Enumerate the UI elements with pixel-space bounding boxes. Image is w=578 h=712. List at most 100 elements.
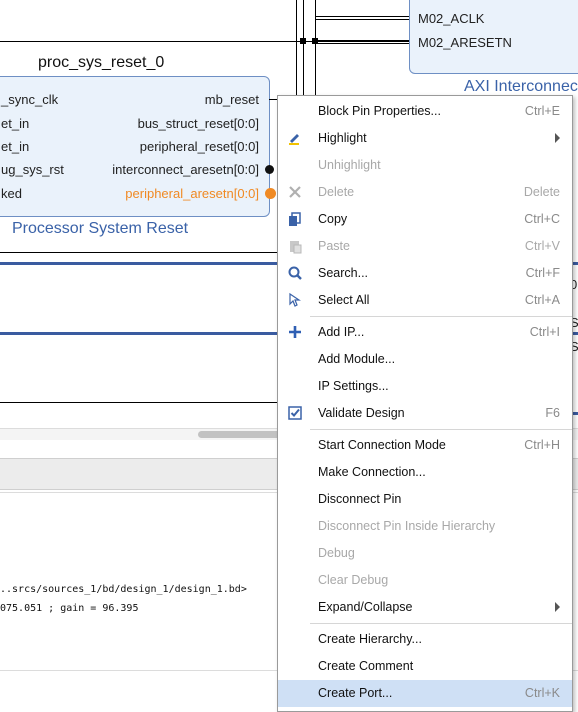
menu-item-select-all[interactable]: Select All Ctrl+A: [278, 287, 572, 314]
menu-item-start-connection-mode[interactable]: Start Connection Mode Ctrl+H: [278, 432, 572, 459]
menu-item-ip-settings[interactable]: IP Settings...: [278, 373, 572, 400]
menu-item-make-connection[interactable]: Make Connection...: [278, 459, 572, 486]
submenu-arrow-icon: [555, 133, 560, 143]
menu-item-label: Validate Design: [318, 406, 405, 420]
pin-label-highlighted[interactable]: peripheral_aresetn[0:0]: [125, 186, 259, 201]
menu-item-debug[interactable]: Debug: [278, 540, 572, 567]
menu-item-delete[interactable]: Delete Delete: [278, 179, 572, 206]
menu-item-shortcut: Ctrl+A: [524, 293, 560, 307]
menu-item-label: Highlight: [318, 131, 367, 145]
pin-label[interactable]: _sync_clk: [1, 92, 58, 107]
menu-item-label: Delete: [318, 185, 355, 199]
menu-item-unhighlight[interactable]: Unhighlight: [278, 152, 572, 179]
menu-item-shortcut: Ctrl+C: [524, 212, 560, 226]
menu-item-label: Paste: [318, 239, 350, 253]
menu-item-shortcut: Ctrl+K: [524, 686, 560, 700]
menu-item-clear-debug[interactable]: Clear Debug: [278, 567, 572, 594]
menu-item-block-pin-properties[interactable]: Block Pin Properties... Ctrl+E: [278, 98, 572, 125]
menu-item-label: Create Comment: [318, 659, 414, 673]
menu-item-create-comment[interactable]: Create Comment: [278, 653, 572, 680]
menu-item-search[interactable]: Search... Ctrl+F: [278, 260, 572, 287]
pin-label[interactable]: et_in: [1, 116, 29, 131]
net-junction: [300, 38, 306, 44]
add-plus-icon: [287, 324, 303, 340]
menu-item-create-hierarchy[interactable]: Create Hierarchy...: [278, 626, 572, 653]
menu-item-shortcut: Ctrl+V: [524, 239, 560, 253]
pin-label[interactable]: ug_sys_rst: [1, 162, 64, 177]
menu-item-label: IP Settings...: [318, 379, 389, 393]
axi-interconnect-block[interactable]: M02_ACLK M02_ARESETN: [409, 0, 578, 74]
proc-sys-reset-block[interactable]: _sync_clk et_in et_in ug_sys_rst ked mb_…: [0, 76, 270, 217]
net-wire[interactable]: [316, 43, 411, 44]
net-wire[interactable]: [296, 0, 297, 100]
menu-item-label: Expand/Collapse: [318, 600, 413, 614]
menu-item-copy[interactable]: Copy Ctrl+C: [278, 206, 572, 233]
block-type-label: Processor System Reset: [12, 220, 189, 237]
menu-item-shortcut: Ctrl+F: [525, 266, 560, 280]
menu-item-validate-design[interactable]: Validate Design F6: [278, 400, 572, 427]
search-icon: [287, 265, 303, 281]
menu-item-label: Add IP...: [318, 325, 365, 339]
pin-label[interactable]: peripheral_reset[0:0]: [140, 139, 259, 154]
menu-item-shortcut: Delete: [523, 185, 560, 199]
net-wire[interactable]: [0, 252, 280, 253]
menu-item-highlight[interactable]: Highlight: [278, 125, 572, 152]
menu-item-label: Start Connection Mode: [318, 438, 446, 452]
menu-item-label: Debug: [318, 546, 355, 560]
pin-stub: [269, 99, 277, 100]
menu-item-label: Clear Debug: [318, 573, 389, 587]
paste-icon: [287, 238, 303, 254]
menu-item-shortcut: Ctrl+I: [529, 325, 560, 339]
pin-connector[interactable]: [265, 165, 274, 174]
menu-item-shortcut: F6: [545, 406, 560, 420]
menu-item-disconnect-pin[interactable]: Disconnect Pin: [278, 486, 572, 513]
net-wire[interactable]: [303, 0, 304, 100]
menu-item-label: Search...: [318, 266, 369, 280]
pin-label[interactable]: bus_struct_reset[0:0]: [138, 116, 259, 131]
menu-separator: [310, 316, 572, 317]
menu-item-label: Disconnect Pin Inside Hierarchy: [318, 519, 496, 533]
menu-separator: [310, 623, 572, 624]
menu-item-label: Create Port...: [318, 686, 393, 700]
menu-item-add-module[interactable]: Add Module...: [278, 346, 572, 373]
console-line: 075.051 ; gain = 96.395: [0, 603, 139, 614]
pin-label[interactable]: et_in: [1, 139, 29, 154]
block-instance-name: proc_sys_reset_0: [38, 54, 165, 71]
pin-label: M02_ARESETN: [418, 35, 512, 50]
copy-icon: [287, 211, 303, 227]
net-wire[interactable]: [0, 402, 280, 403]
pencil-highlight-icon: [287, 130, 303, 146]
menu-item-label: Copy: [318, 212, 348, 226]
menu-item-label: Disconnect Pin: [318, 492, 402, 506]
menu-item-label: Add Module...: [318, 352, 396, 366]
select-all-icon: [287, 292, 303, 308]
menu-item-paste[interactable]: Paste Ctrl+V: [278, 233, 572, 260]
menu-item-shortcut: Ctrl+H: [524, 438, 560, 452]
pin-label: M02_ACLK: [418, 11, 485, 26]
menu-item-label: Create Hierarchy...: [318, 632, 422, 646]
pin-label[interactable]: interconnect_aresetn[0:0]: [112, 162, 259, 177]
validate-check-icon: [287, 405, 303, 421]
menu-item-label: Unhighlight: [318, 158, 381, 172]
console-line: ..srcs/sources_1/bd/design_1/design_1.bd…: [0, 584, 247, 595]
delete-x-icon: [287, 184, 303, 200]
net-wire[interactable]: [0, 41, 410, 42]
net-wire[interactable]: [315, 0, 316, 100]
net-wire[interactable]: [316, 16, 411, 17]
pin-connector-highlighted[interactable]: [265, 188, 276, 199]
menu-item-shortcut: Ctrl+E: [524, 104, 560, 118]
block-type-label: AXI Interconnect: [464, 78, 578, 95]
menu-item-label: Block Pin Properties...: [318, 104, 441, 118]
menu-item-label: Select All: [318, 293, 370, 307]
net-wire[interactable]: [316, 40, 411, 41]
menu-item-create-port[interactable]: Create Port... Ctrl+K: [278, 680, 572, 707]
menu-item-add-ip[interactable]: Add IP... Ctrl+I: [278, 319, 572, 346]
menu-separator: [310, 429, 572, 430]
menu-item-disconnect-pin-inside-hierarchy[interactable]: Disconnect Pin Inside Hierarchy: [278, 513, 572, 540]
menu-item-expand-collapse[interactable]: Expand/Collapse: [278, 594, 572, 621]
pin-label[interactable]: mb_reset: [205, 92, 259, 107]
net-wire[interactable]: [316, 19, 411, 20]
submenu-arrow-icon: [555, 602, 560, 612]
menu-item-label: Make Connection...: [318, 465, 426, 479]
pin-label[interactable]: ked: [1, 186, 22, 201]
